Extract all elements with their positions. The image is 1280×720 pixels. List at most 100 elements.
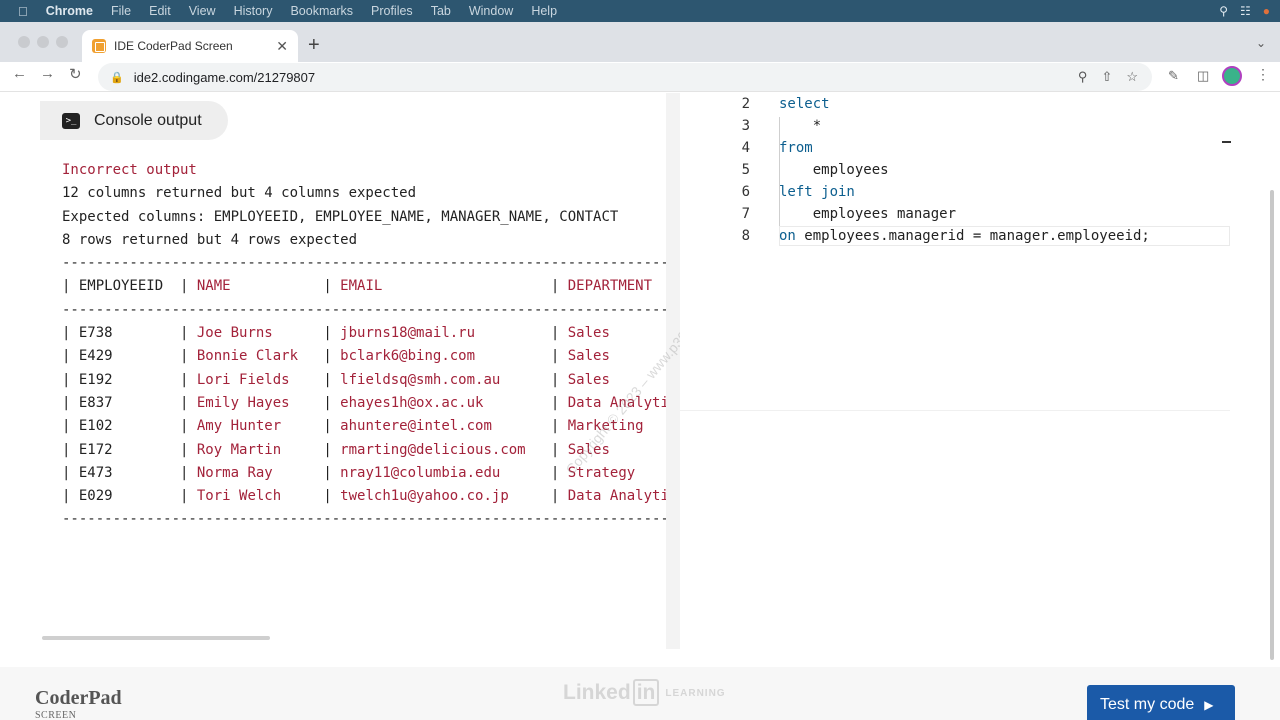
result-cell: Emily Hayes (196, 394, 324, 411)
pipe: | (62, 348, 79, 365)
menu-view[interactable]: View (189, 4, 216, 18)
menu-window[interactable]: Window (469, 4, 513, 18)
result-cell: E837 (78, 394, 181, 411)
pipe: | (550, 418, 568, 435)
window-close-button[interactable] (18, 36, 30, 48)
menu-history[interactable]: History (234, 4, 273, 18)
result-cell: Joe Burns (196, 325, 324, 342)
record-indicator-icon: ● (1262, 4, 1270, 18)
profile-avatar[interactable] (1222, 66, 1242, 86)
pipe: | (62, 464, 79, 481)
spotlight-search-icon[interactable]: ⚲ (1219, 4, 1228, 18)
result-header-cell: EMPLOYEEID (78, 278, 181, 295)
pipe: | (180, 441, 197, 458)
browser-toolbar: ← → ↻ 🔒 ide2.codingame.com/21279807 ⚲ ⇧ … (0, 62, 1280, 92)
back-arrow-icon[interactable]: ← (12, 65, 27, 82)
code-line[interactable]: 4 from (680, 137, 1230, 159)
browser-tab-active[interactable]: IDE CoderPad Screen ✕ (82, 30, 298, 62)
result-row: | E837 | Emily Hayes | ehayes1h@ox.ac.uk… (62, 392, 666, 415)
code-text[interactable]: left join (779, 184, 855, 200)
code-text[interactable]: select (779, 96, 830, 112)
code-line[interactable]: 6 left join (680, 181, 1230, 203)
new-tab-icon[interactable]: + (308, 34, 320, 57)
pane-splitter[interactable] (666, 93, 680, 649)
code-text[interactable]: * (779, 118, 821, 134)
sql-keyword: from (779, 140, 813, 156)
side-panel-icon[interactable]: ◫ (1197, 68, 1209, 84)
extensions-puzzle-icon[interactable]: ✎ (1168, 68, 1179, 84)
reload-icon[interactable]: ↻ (69, 65, 82, 83)
code-text[interactable]: from (779, 140, 813, 156)
result-cell: E102 (78, 418, 181, 435)
tab-title: IDE CoderPad Screen (114, 39, 233, 53)
console-message-text: 8 rows returned but 4 rows expected (62, 231, 358, 248)
code-line[interactable]: 2 select (680, 93, 1230, 115)
menu-bookmarks[interactable]: Bookmarks (290, 4, 353, 18)
apple-icon[interactable]:  (18, 4, 28, 19)
chrome-menu-kebab-icon[interactable]: ⋮ (1256, 66, 1270, 83)
result-cell: Roy Martin (196, 441, 324, 458)
zoom-magnifier-icon[interactable]: ⚲ (1078, 69, 1088, 85)
code-line[interactable]: 3 * (680, 115, 1230, 137)
share-icon[interactable]: ⇧ (1101, 69, 1112, 85)
code-line[interactable]: 8 on employees.managerid = manager.employ… (680, 225, 1230, 247)
bookmark-star-icon[interactable]: ☆ (1126, 69, 1138, 85)
console-message: 12 columns returned but 4 columns expect… (62, 182, 666, 205)
tab-search-chevron-icon[interactable]: ⌄ (1256, 36, 1266, 50)
code-line[interactable]: 5 employees (680, 159, 1230, 181)
menubar-app-name[interactable]: Chrome (46, 4, 93, 18)
url-text[interactable]: ide2.codingame.com/21279807 (134, 70, 1078, 85)
console-separator: ----------------------------------------… (62, 301, 666, 318)
result-cell: jburns18@mail.ru (340, 325, 551, 342)
tab-close-icon[interactable]: ✕ (276, 38, 288, 55)
control-center-icon[interactable]: ☷ (1240, 4, 1251, 18)
console-separator: ----------------------------------------… (62, 255, 666, 272)
lock-icon[interactable]: 🔒 (110, 71, 124, 84)
console-status-line: Incorrect output (62, 159, 666, 182)
code-text[interactable]: employees manager (779, 206, 956, 222)
result-row: | E192 | Lori Fields | lfieldsq@smh.com.… (62, 369, 666, 392)
forward-arrow-icon[interactable]: → (40, 65, 55, 82)
test-my-code-button[interactable]: Test my code ▶ (1087, 685, 1235, 720)
window-zoom-button[interactable] (56, 36, 68, 48)
console-tab-label: Console output (94, 111, 202, 129)
result-row: | E029 | Tori Welch | twelch1u@yahoo.co.… (62, 485, 666, 508)
editor-scroll-marker (1222, 141, 1231, 143)
menu-edit[interactable]: Edit (149, 4, 171, 18)
code-text[interactable]: on employees.managerid = manager.employe… (779, 228, 1150, 244)
pipe: | (323, 418, 341, 435)
code-line[interactable]: 7 employees manager (680, 203, 1230, 225)
pipe: | (323, 394, 341, 411)
menu-tab[interactable]: Tab (431, 4, 451, 18)
code-editor[interactable]: 2 select 3 * 4 from 5 employees 6 left join 7 em… (680, 93, 1230, 411)
menu-profiles[interactable]: Profiles (371, 4, 413, 18)
pipe: | (323, 441, 341, 458)
pipe: | (62, 278, 79, 295)
result-header-cell: NAME (196, 278, 324, 295)
line-number: 5 (741, 162, 750, 178)
line-number: 4 (741, 140, 750, 156)
coderpad-logo: CoderPad (35, 687, 122, 709)
line-number: 7 (741, 206, 750, 222)
result-cell: nray11@columbia.edu (340, 464, 551, 481)
pipe: | (180, 371, 197, 388)
console-horizontal-scrollbar[interactable] (42, 636, 270, 640)
result-cell: E192 (78, 371, 181, 388)
sql-keyword: select (779, 96, 830, 112)
console-output-tab[interactable]: >_ Console output (40, 101, 228, 140)
address-bar[interactable]: 🔒 ide2.codingame.com/21279807 ⚲ ⇧ ☆ (98, 63, 1152, 91)
pipe: | (550, 348, 568, 365)
terminal-icon: >_ (62, 112, 80, 129)
pipe: | (323, 348, 341, 365)
console-message: 8 rows returned but 4 rows expected (62, 229, 666, 252)
pipe: | (323, 464, 341, 481)
menu-file[interactable]: File (111, 4, 131, 18)
result-cell: E738 (78, 325, 181, 342)
sql-expression: employees.managerid = manager.employeeid… (795, 228, 1150, 244)
page-footer: CoderPad SCREEN Linked in LEARNING Test m… (0, 667, 1280, 720)
window-minimize-button[interactable] (37, 36, 49, 48)
pipe: | (550, 325, 568, 342)
menu-help[interactable]: Help (531, 4, 557, 18)
code-text[interactable]: employees (779, 162, 889, 178)
page-vertical-scrollbar[interactable] (1270, 190, 1274, 660)
